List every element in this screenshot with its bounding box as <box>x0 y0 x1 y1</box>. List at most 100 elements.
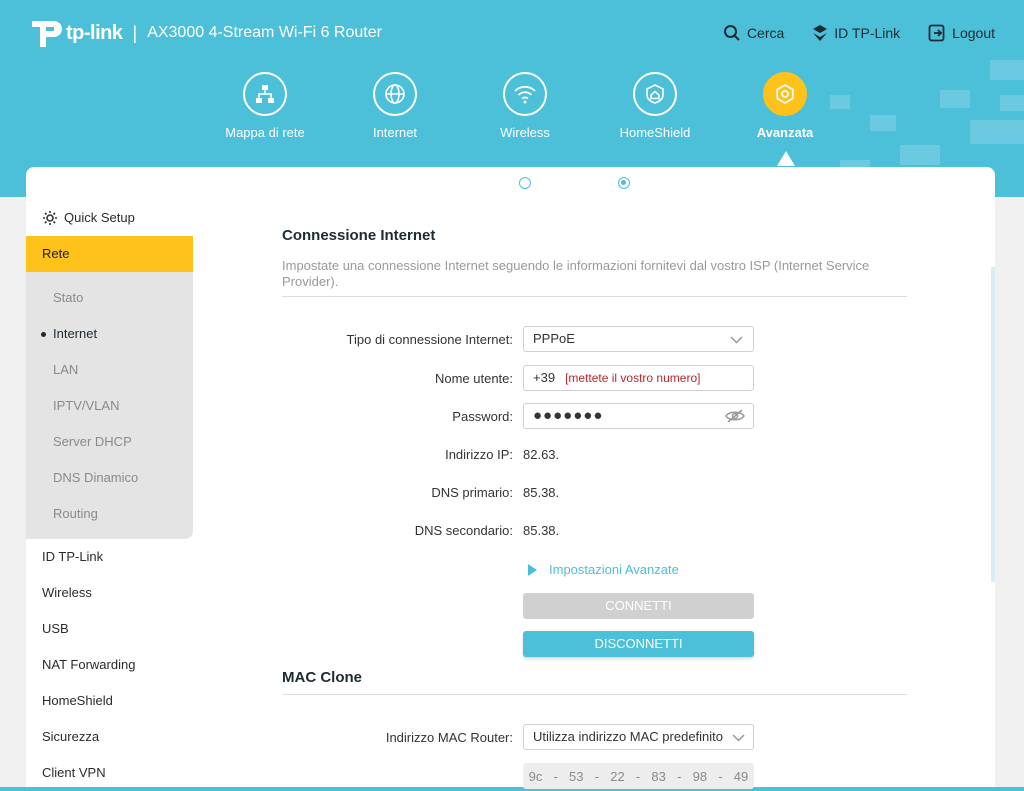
quick-setup-gear-icon <box>43 211 57 225</box>
sidebar-subitem-label: LAN <box>53 362 79 377</box>
expand-triangle-icon <box>528 563 537 576</box>
logo: tp-link | AX3000 4-Stream Wi-Fi 6 Router <box>26 15 382 51</box>
sidebar-item-wireless[interactable]: Wireless <box>26 575 193 611</box>
disconnect-button[interactable]: DISCONNETTI <box>523 631 754 657</box>
connection-type-label: Tipo di connessione Internet: <box>346 332 513 347</box>
sidebar-submenu: Stato Internet LAN IPTV/VLAN Server DHCP… <box>26 272 193 539</box>
nav-label: HomeShield <box>619 125 691 140</box>
divider <box>282 694 907 695</box>
mac-part: 53 <box>569 768 584 784</box>
sidebar-subitem-stato[interactable]: Stato <box>26 280 193 316</box>
search-icon <box>723 25 740 41</box>
sidebar-item-label: Rete <box>42 246 70 261</box>
sidebar-subitem-internet[interactable]: Internet <box>26 316 193 352</box>
tplink-id-label: ID TP-Link <box>834 25 901 41</box>
brand-name: tp-link <box>66 21 123 44</box>
nav-advanced[interactable]: Avanzata <box>720 72 850 166</box>
sidebar-item-label: Wireless <box>42 585 92 600</box>
decor-pixel <box>970 120 1024 144</box>
section-title-mac-clone: MAC Clone <box>282 669 362 686</box>
hide-password-icon[interactable] <box>725 409 745 423</box>
globe-icon <box>373 72 417 116</box>
sidebar-item-label: USB <box>42 621 69 636</box>
nav-internet[interactable]: Internet <box>330 72 460 140</box>
username-hint: [mettete il vostro numero] <box>565 371 701 385</box>
mac-address-display: 9c - 53 - 22 - 83 - 98 - 49 <box>523 763 754 789</box>
connect-button[interactable]: CONNETTI <box>523 593 754 619</box>
main-panel: Connessione Internet Impostate una conne… <box>193 167 995 789</box>
sidebar-item-label: NAT Forwarding <box>42 657 136 672</box>
sidebar-subitem-routing[interactable]: Routing <box>26 496 193 532</box>
nav-wireless[interactable]: Wireless <box>460 72 590 140</box>
page-radio-1[interactable] <box>519 177 531 189</box>
active-nav-pointer <box>777 151 795 166</box>
secondary-dns-value: 85.38. <box>523 523 560 538</box>
search-link[interactable]: Cerca <box>723 24 784 42</box>
decor-pixel <box>870 115 896 131</box>
logout-link[interactable]: Logout <box>928 24 995 42</box>
sidebar: Quick Setup Rete Stato Internet LAN IPTV… <box>26 167 193 787</box>
connection-type-value: PPPoE <box>533 331 575 346</box>
username-input[interactable]: +39 [mettete il vostro numero] <box>523 365 754 391</box>
decor-pixel <box>940 90 970 108</box>
mac-separator: - <box>677 768 682 784</box>
sidebar-item-label: HomeShield <box>42 693 113 708</box>
tplink-id-link[interactable]: ID TP-Link <box>812 24 900 42</box>
sidebar-subitem-dhcp-server[interactable]: Server DHCP <box>26 424 193 460</box>
decor-pixel <box>990 60 1024 80</box>
sidebar-item-rete[interactable]: Rete <box>26 236 193 272</box>
nav-label: Internet <box>372 125 418 140</box>
router-model: AX3000 4-Stream Wi-Fi 6 Router <box>147 24 382 41</box>
sidebar-item-tplink-id[interactable]: ID TP-Link <box>26 539 193 575</box>
sidebar-item-vpn-client[interactable]: Client VPN <box>26 755 193 791</box>
mac-separator: - <box>594 768 600 784</box>
mac-separator: - <box>718 768 723 784</box>
logout-icon <box>928 24 945 42</box>
router-mac-select[interactable]: Utilizza indirizzo MAC predefinito <box>523 724 754 750</box>
sidebar-subitem-label: Server DHCP <box>53 434 132 449</box>
page-radio-2[interactable] <box>618 177 630 189</box>
sidebar-subitem-label: Internet <box>53 326 98 341</box>
mac-part: 83 <box>651 768 666 784</box>
network-map-icon <box>243 72 287 116</box>
primary-dns-value: 85.38. <box>523 485 560 500</box>
sidebar-item-label: Client VPN <box>42 765 106 780</box>
router-mac-label: Indirizzo MAC Router: <box>385 730 513 745</box>
nav-homeshield[interactable]: HomeShield <box>590 72 720 140</box>
logout-label: Logout <box>952 25 995 41</box>
username-label: Nome utente: <box>434 371 513 386</box>
top-links: Cerca ID TP-Link Logout <box>695 24 995 42</box>
sidebar-item-nat-forwarding[interactable]: NAT Forwarding <box>26 647 193 683</box>
connection-type-select[interactable]: PPPoE <box>523 326 754 352</box>
current-item-dot <box>41 332 46 337</box>
sidebar-item-label: Quick Setup <box>64 210 135 225</box>
divider <box>282 296 907 297</box>
mac-part: 49 <box>733 768 749 784</box>
nav-network-map[interactable]: Mappa di rete <box>200 72 330 140</box>
decor-pixel <box>900 145 940 165</box>
homeshield-icon <box>633 72 677 116</box>
sidebar-item-usb[interactable]: USB <box>26 611 193 647</box>
username-value: +39 <box>533 370 556 385</box>
sidebar-subitem-iptv-vlan[interactable]: IPTV/VLAN <box>26 388 193 424</box>
advanced-settings-link[interactable]: Impostazioni Avanzate <box>528 562 679 577</box>
sidebar-subitem-label: IPTV/VLAN <box>53 398 120 413</box>
scrollbar[interactable] <box>991 267 995 582</box>
sidebar-item-security[interactable]: Sicurezza <box>26 719 193 755</box>
decor-pixel <box>1000 95 1024 111</box>
sidebar-item-label: Sicurezza <box>42 729 100 744</box>
sidebar-item-quick-setup[interactable]: Quick Setup <box>26 200 193 236</box>
sidebar-subitem-label: Stato <box>53 290 84 305</box>
mac-part: 98 <box>692 768 708 784</box>
sidebar-item-homeshield[interactable]: HomeShield <box>26 683 193 719</box>
nav-label: Wireless <box>500 125 550 140</box>
section-description: Impostate una connessione Internet segue… <box>282 258 870 289</box>
wifi-icon <box>503 72 547 116</box>
password-label: Password: <box>452 409 513 424</box>
sidebar-subitem-label: Routing <box>53 506 98 521</box>
sidebar-subitem-ddns[interactable]: DNS Dinamico <box>26 460 193 496</box>
ip-address-label: Indirizzo IP: <box>445 447 513 462</box>
sidebar-subitem-lan[interactable]: LAN <box>26 352 193 388</box>
password-input[interactable]: ●●●●●●● <box>523 403 754 429</box>
ip-address-value: 82.63. <box>523 447 560 462</box>
